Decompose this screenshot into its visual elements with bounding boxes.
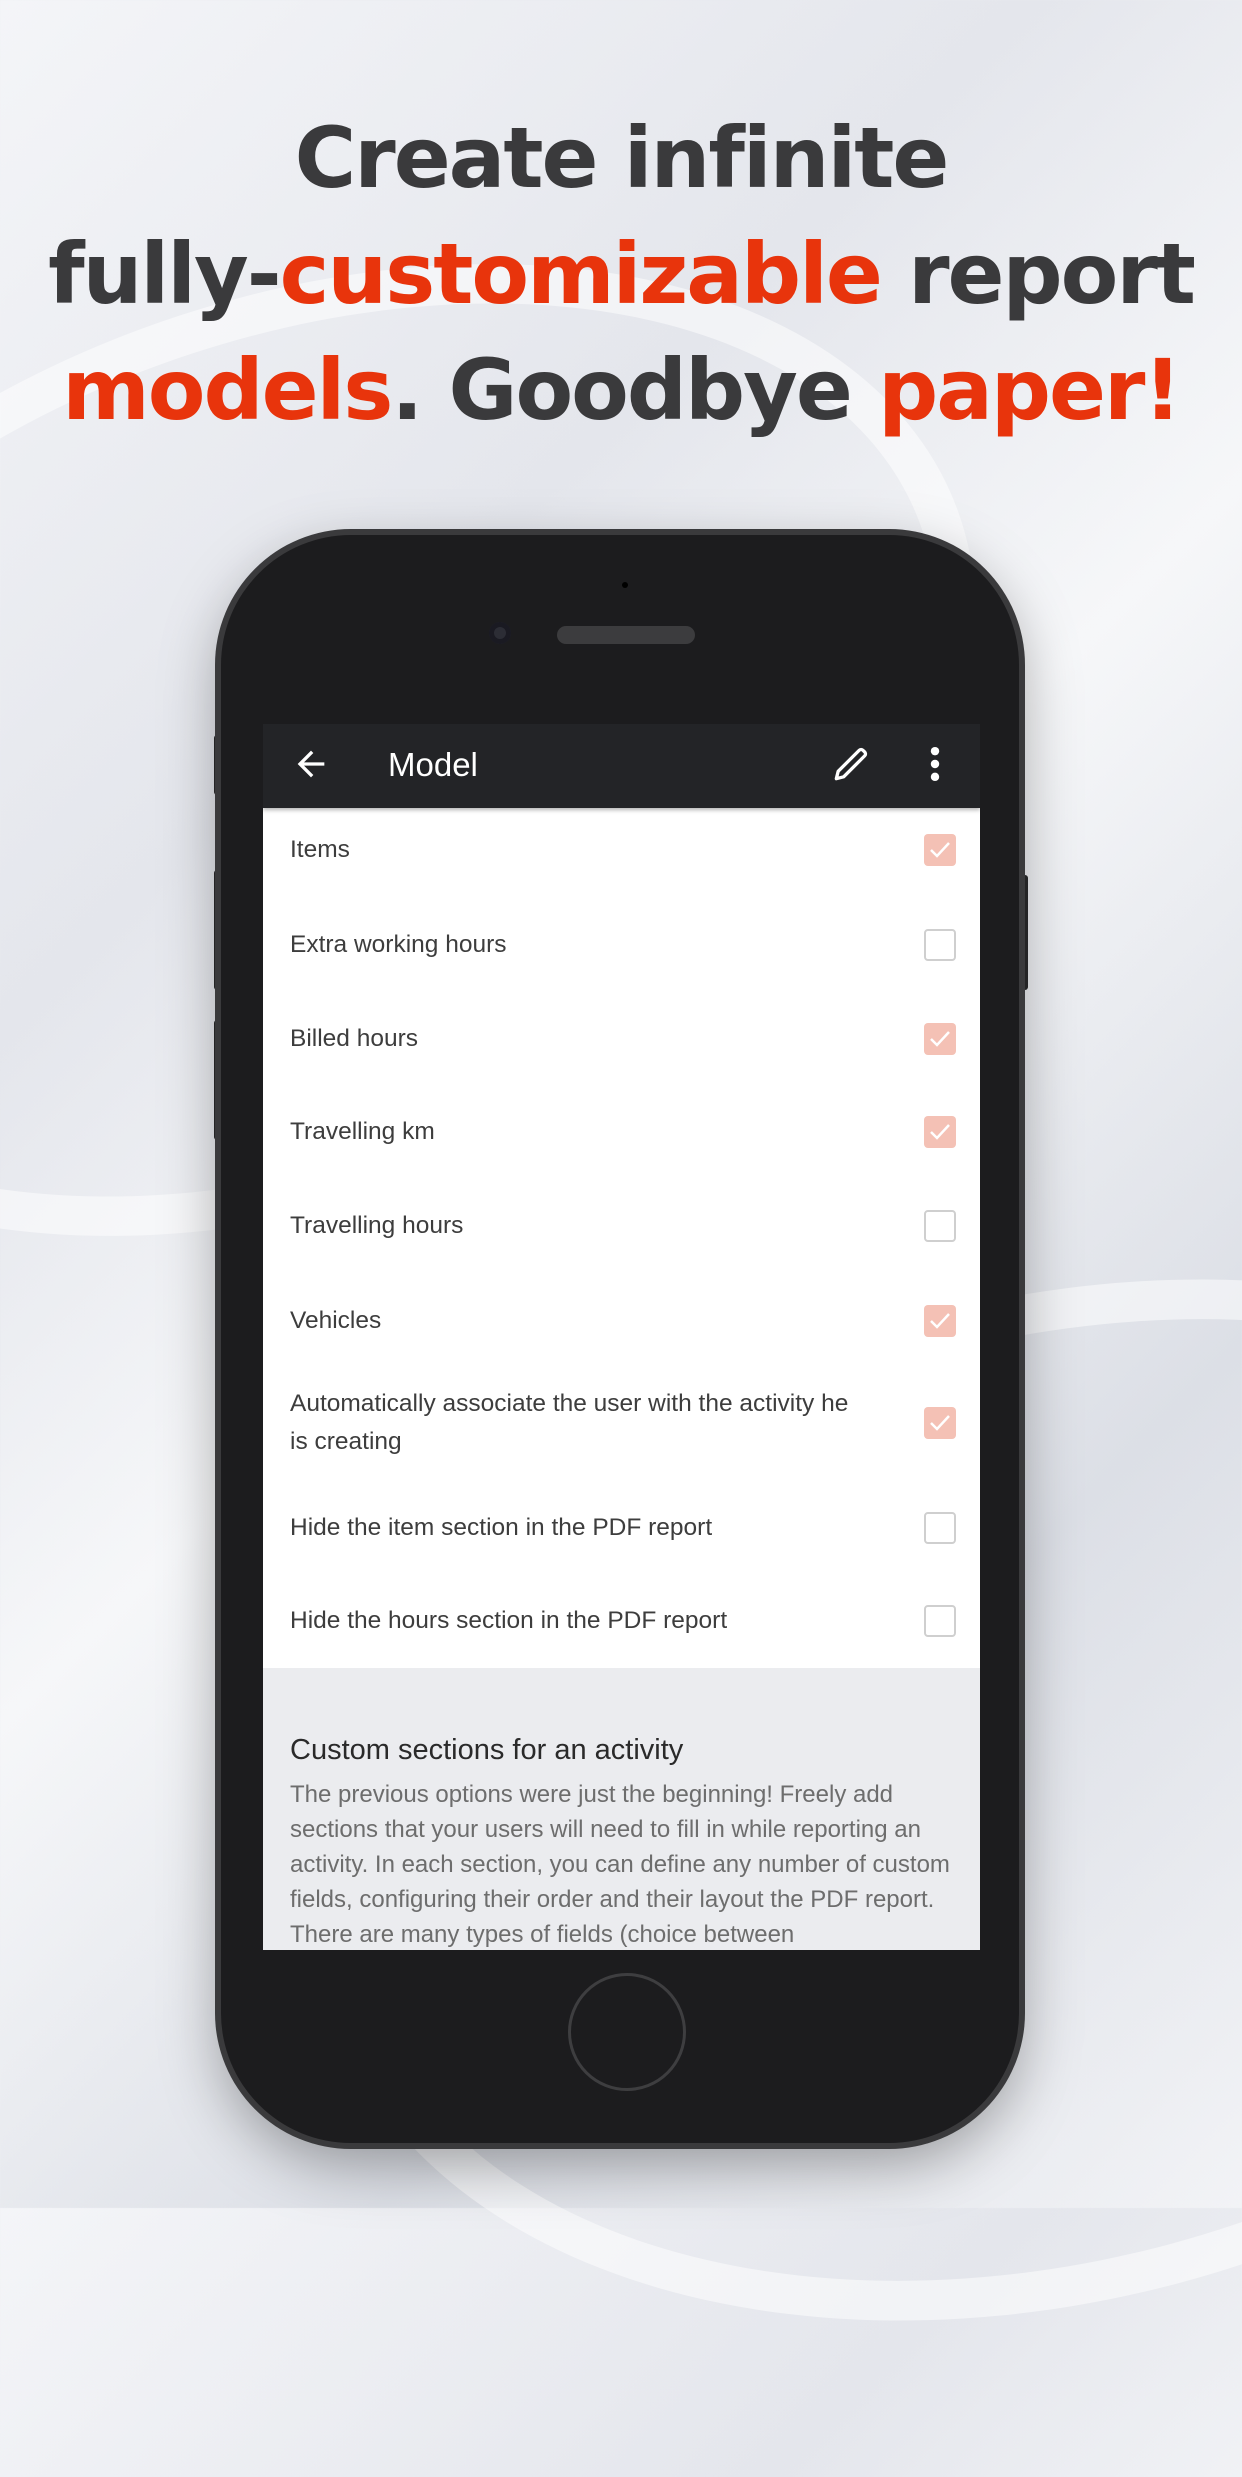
headline-highlight: paper! — [878, 341, 1182, 439]
headline-line-2: fully-customizable report — [0, 216, 1242, 332]
option-label: Travelling hours — [290, 1212, 464, 1239]
option-row[interactable]: Vehicles — [263, 1274, 980, 1368]
more-vertical-icon[interactable] — [923, 742, 947, 786]
option-row[interactable]: Travelling hours — [263, 1179, 980, 1273]
headline-text: fully- — [48, 225, 282, 323]
checkbox-unchecked[interactable] — [924, 1605, 956, 1637]
option-row[interactable]: Extra working hours — [263, 898, 980, 992]
checkbox-unchecked[interactable] — [924, 1512, 956, 1544]
checkmark-icon — [930, 842, 950, 858]
app-screen: Model Items Extra working hours Billed hou… — [263, 724, 980, 1950]
front-camera — [489, 622, 511, 644]
option-label: Items — [290, 836, 350, 863]
home-button[interactable] — [568, 1973, 686, 2091]
toolbar: Model — [263, 724, 980, 808]
checkmark-icon — [930, 1124, 950, 1140]
options-list: Items Extra working hours Billed hours Trav… — [263, 808, 980, 1668]
section-description: The previous options were just the begin… — [290, 1781, 950, 1948]
headline-line-3: models. Goodbye paper! — [0, 332, 1242, 448]
page-title: Model — [388, 746, 478, 783]
option-row[interactable]: Automatically associate the user with th… — [263, 1376, 980, 1470]
checkbox-checked[interactable] — [924, 1116, 956, 1148]
checkbox-checked[interactable] — [924, 1305, 956, 1337]
option-row[interactable]: Items — [263, 803, 980, 897]
pencil-icon[interactable] — [829, 742, 873, 786]
option-label: Automatically associate the user with th… — [290, 1390, 849, 1455]
headline-highlight: models — [62, 341, 393, 439]
checkbox-unchecked[interactable] — [924, 929, 956, 961]
option-row[interactable]: Travelling km — [263, 1085, 980, 1179]
headline-highlight: customizable — [279, 225, 883, 323]
checkbox-checked[interactable] — [924, 1023, 956, 1055]
proximity-sensor — [622, 582, 628, 588]
earpiece-speaker — [557, 626, 695, 644]
checkbox-unchecked[interactable] — [924, 1210, 956, 1242]
phone-power-button — [1020, 875, 1028, 990]
option-label: Billed hours — [290, 1025, 419, 1052]
headline-text: report — [880, 225, 1196, 323]
headline-text: . Goodbye — [391, 341, 879, 439]
headline: Create infinite fully-customizable repor… — [0, 100, 1242, 448]
checkmark-icon — [930, 1415, 950, 1431]
option-label: Travelling km — [290, 1118, 435, 1145]
checkbox-checked[interactable] — [924, 834, 956, 866]
checkbox-checked[interactable] — [924, 1407, 956, 1439]
option-row[interactable]: Hide the item section in the PDF report — [263, 1481, 980, 1575]
option-label: Extra working hours — [290, 931, 507, 958]
headline-line-1: Create infinite — [294, 109, 950, 207]
section-title: Custom sections for an activity — [290, 1734, 684, 1766]
checkmark-icon — [930, 1031, 950, 1047]
option-label: Hide the item section in the PDF report — [290, 1514, 713, 1541]
option-row[interactable]: Billed hours — [263, 992, 980, 1086]
checkmark-icon — [930, 1313, 950, 1329]
option-row[interactable]: Hide the hours section in the PDF report — [263, 1574, 980, 1668]
option-label: Hide the hours section in the PDF report — [290, 1607, 728, 1634]
arrow-left-icon[interactable] — [291, 744, 331, 784]
option-label: Vehicles — [290, 1307, 382, 1334]
